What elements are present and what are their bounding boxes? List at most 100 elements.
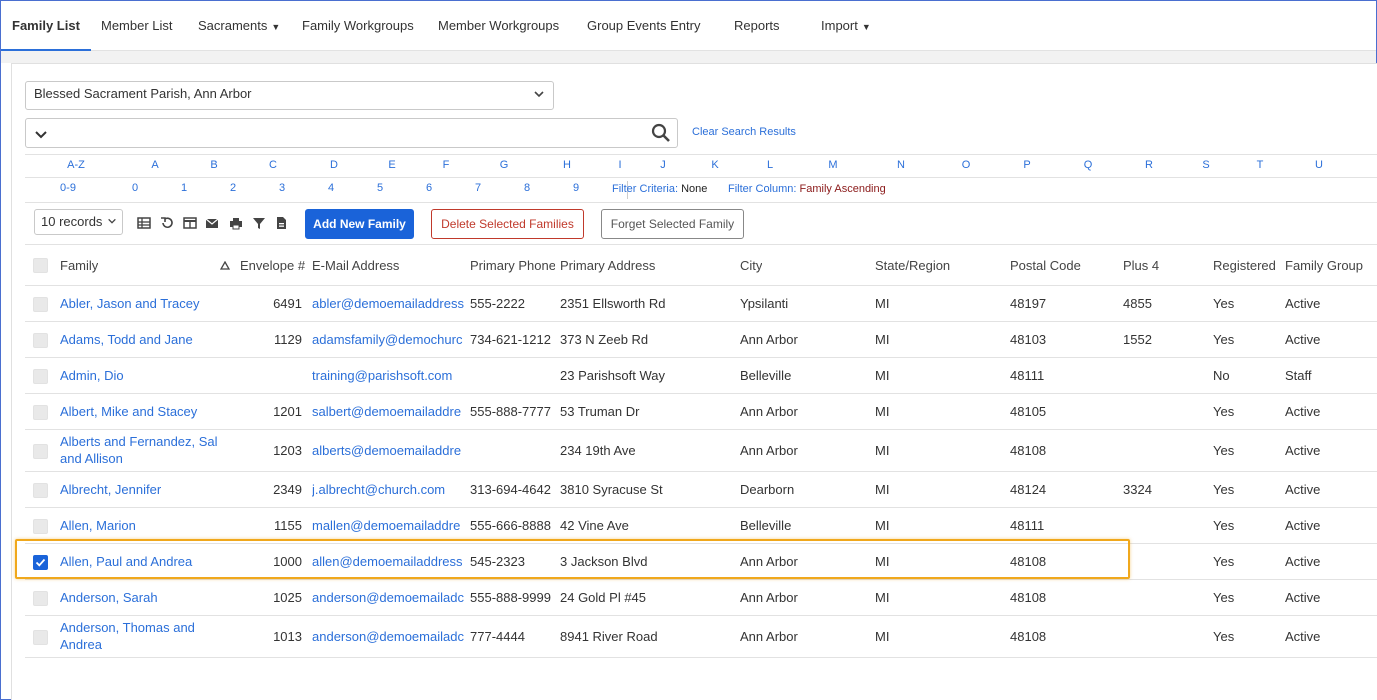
- table-row[interactable]: Albrecht, Jennifer 2349 j.albrecht@church.…: [25, 472, 1377, 508]
- family-name-link[interactable]: Abler, Jason and Tracey: [60, 296, 225, 311]
- family-name-link[interactable]: Admin, Dio: [60, 368, 225, 383]
- column-header-city[interactable]: City: [740, 258, 762, 273]
- alpha-filter-letter[interactable]: B: [210, 159, 217, 171]
- tab-member-list[interactable]: Member List: [101, 1, 173, 51]
- tab-import[interactable]: Import ▼: [821, 1, 871, 51]
- alpha-filter-letter[interactable]: F: [443, 159, 450, 171]
- tab-reports[interactable]: Reports: [734, 1, 780, 51]
- tab-member-workgroups[interactable]: Member Workgroups: [438, 1, 559, 51]
- email-link[interactable]: anderson@demoemailadc: [312, 629, 465, 644]
- email-link[interactable]: adamsfamily@demochurc: [312, 332, 465, 347]
- numeric-filter-09[interactable]: 0-9: [60, 182, 76, 194]
- numeric-filter-digit[interactable]: 3: [279, 182, 285, 194]
- alpha-filter-letter[interactable]: I: [618, 159, 621, 171]
- alpha-filter-letter[interactable]: N: [897, 159, 905, 171]
- row-checkbox[interactable]: [33, 482, 48, 498]
- table-row[interactable]: Abler, Jason and Tracey 6491 abler@demoema…: [25, 286, 1377, 322]
- alpha-filter-letter[interactable]: K: [711, 159, 718, 171]
- family-name-link[interactable]: Albrecht, Jennifer: [60, 482, 225, 497]
- parish-select[interactable]: Blessed Sacrament Parish, Ann Arbor: [25, 81, 554, 110]
- family-name-link[interactable]: Allen, Marion: [60, 518, 225, 533]
- email-link[interactable]: alberts@demoemailaddre: [312, 443, 465, 458]
- select-all-checkbox[interactable]: [33, 258, 48, 273]
- alpha-filter-letter[interactable]: S: [1202, 159, 1209, 171]
- family-name-link[interactable]: Albert, Mike and Stacey: [60, 404, 225, 419]
- tab-sacraments[interactable]: Sacraments ▼: [198, 1, 280, 51]
- table-row[interactable]: Allen, Paul and Andrea 1000 allen@demoemai…: [25, 544, 1377, 580]
- column-header-email[interactable]: E-Mail Address: [312, 258, 399, 273]
- search-icon[interactable]: [651, 123, 671, 143]
- clear-search-results-link[interactable]: Clear Search Results: [692, 126, 796, 138]
- undo-icon[interactable]: [160, 216, 174, 230]
- alpha-filter-letter[interactable]: Q: [1084, 159, 1093, 171]
- alpha-filter-az[interactable]: A-Z: [67, 159, 85, 171]
- numeric-filter-digit[interactable]: 1: [181, 182, 187, 194]
- alpha-filter-letter[interactable]: A: [151, 159, 158, 171]
- table-row[interactable]: Anderson, Thomas and Andrea 1013 anderson@…: [25, 616, 1377, 658]
- row-checkbox[interactable]: [33, 629, 48, 645]
- forget-selected-family-button[interactable]: Forget Selected Family: [601, 209, 744, 239]
- print-icon[interactable]: [229, 216, 243, 230]
- email-link[interactable]: mallen@demoemailaddre: [312, 518, 465, 533]
- alpha-filter-letter[interactable]: J: [660, 159, 666, 171]
- records-per-page-select[interactable]: 10 records: [34, 209, 123, 235]
- alpha-filter-letter[interactable]: M: [828, 159, 837, 171]
- numeric-filter-digit[interactable]: 5: [377, 182, 383, 194]
- column-header-state[interactable]: State/Region: [875, 258, 950, 273]
- chevron-down-icon[interactable]: [34, 127, 48, 141]
- table-row[interactable]: Alberts and Fernandez, Sal and Allison 12…: [25, 430, 1377, 472]
- numeric-filter-digit[interactable]: 9: [573, 182, 579, 194]
- table-row[interactable]: Albert, Mike and Stacey 1201 salbert@demoe…: [25, 394, 1377, 430]
- alpha-filter-letter[interactable]: U: [1315, 159, 1323, 171]
- family-name-link[interactable]: Adams, Todd and Jane: [60, 332, 225, 347]
- alpha-filter-letter[interactable]: G: [500, 159, 509, 171]
- tab-group-events-entry[interactable]: Group Events Entry: [587, 1, 700, 51]
- search-input[interactable]: [25, 118, 678, 148]
- numeric-filter-digit[interactable]: 6: [426, 182, 432, 194]
- row-checkbox[interactable]: [33, 368, 48, 384]
- numeric-filter-digit[interactable]: 2: [230, 182, 236, 194]
- table-icon[interactable]: [137, 216, 151, 230]
- alpha-filter-letter[interactable]: H: [563, 159, 571, 171]
- numeric-filter-digit[interactable]: 0: [132, 182, 138, 194]
- email-link[interactable]: allen@demoemailaddress: [312, 554, 465, 569]
- row-checkbox[interactable]: [33, 518, 48, 534]
- email-link[interactable]: anderson@demoemailadc: [312, 590, 465, 605]
- filter-icon[interactable]: [252, 216, 266, 230]
- sort-ascending-icon[interactable]: [220, 261, 230, 271]
- table-row[interactable]: Admin, Dio training@parishsoft.com 23 Pari…: [25, 358, 1377, 394]
- column-header-address[interactable]: Primary Address: [560, 258, 655, 273]
- alpha-filter-letter[interactable]: O: [962, 159, 971, 171]
- numeric-filter-digit[interactable]: 8: [524, 182, 530, 194]
- email-link[interactable]: training@parishsoft.com: [312, 368, 465, 383]
- alpha-filter-letter[interactable]: D: [330, 159, 338, 171]
- column-header-phone[interactable]: Primary Phone: [470, 258, 555, 273]
- export-icon[interactable]: [274, 216, 288, 230]
- email-link[interactable]: j.albrecht@church.com: [312, 482, 465, 497]
- alpha-filter-letter[interactable]: P: [1023, 159, 1030, 171]
- row-checkbox[interactable]: [33, 332, 48, 348]
- column-header-family[interactable]: Family: [60, 258, 98, 273]
- table-row[interactable]: Anderson, Sarah 1025 anderson@demoemailadc…: [25, 580, 1377, 616]
- mail-icon[interactable]: [205, 216, 219, 230]
- column-header-postal[interactable]: Postal Code: [1010, 258, 1081, 273]
- column-header-plus4[interactable]: Plus 4: [1123, 258, 1159, 273]
- family-name-link[interactable]: Alberts and Fernandez, Sal and Allison: [60, 433, 225, 467]
- alpha-filter-letter[interactable]: C: [269, 159, 277, 171]
- row-checkbox[interactable]: [33, 590, 48, 606]
- alpha-filter-letter[interactable]: E: [388, 159, 395, 171]
- alpha-filter-letter[interactable]: R: [1145, 159, 1153, 171]
- email-link[interactable]: salbert@demoemailaddre: [312, 404, 465, 419]
- alpha-filter-letter[interactable]: L: [767, 159, 773, 171]
- family-name-link[interactable]: Anderson, Sarah: [60, 590, 225, 605]
- table-row[interactable]: Adams, Todd and Jane 1129 adamsfamily@demo…: [25, 322, 1377, 358]
- row-checkbox[interactable]: [33, 554, 48, 570]
- row-checkbox[interactable]: [33, 443, 48, 459]
- column-header-registered[interactable]: Registered: [1213, 258, 1276, 273]
- email-link[interactable]: abler@demoemailaddress: [312, 296, 465, 311]
- delete-selected-families-button[interactable]: Delete Selected Families: [431, 209, 584, 239]
- table-row[interactable]: Allen, Marion 1155 mallen@demoemailaddre 55…: [25, 508, 1377, 544]
- column-header-envelope[interactable]: Envelope #: [240, 258, 305, 273]
- columns-icon[interactable]: [183, 216, 197, 230]
- add-new-family-button[interactable]: Add New Family: [305, 209, 414, 239]
